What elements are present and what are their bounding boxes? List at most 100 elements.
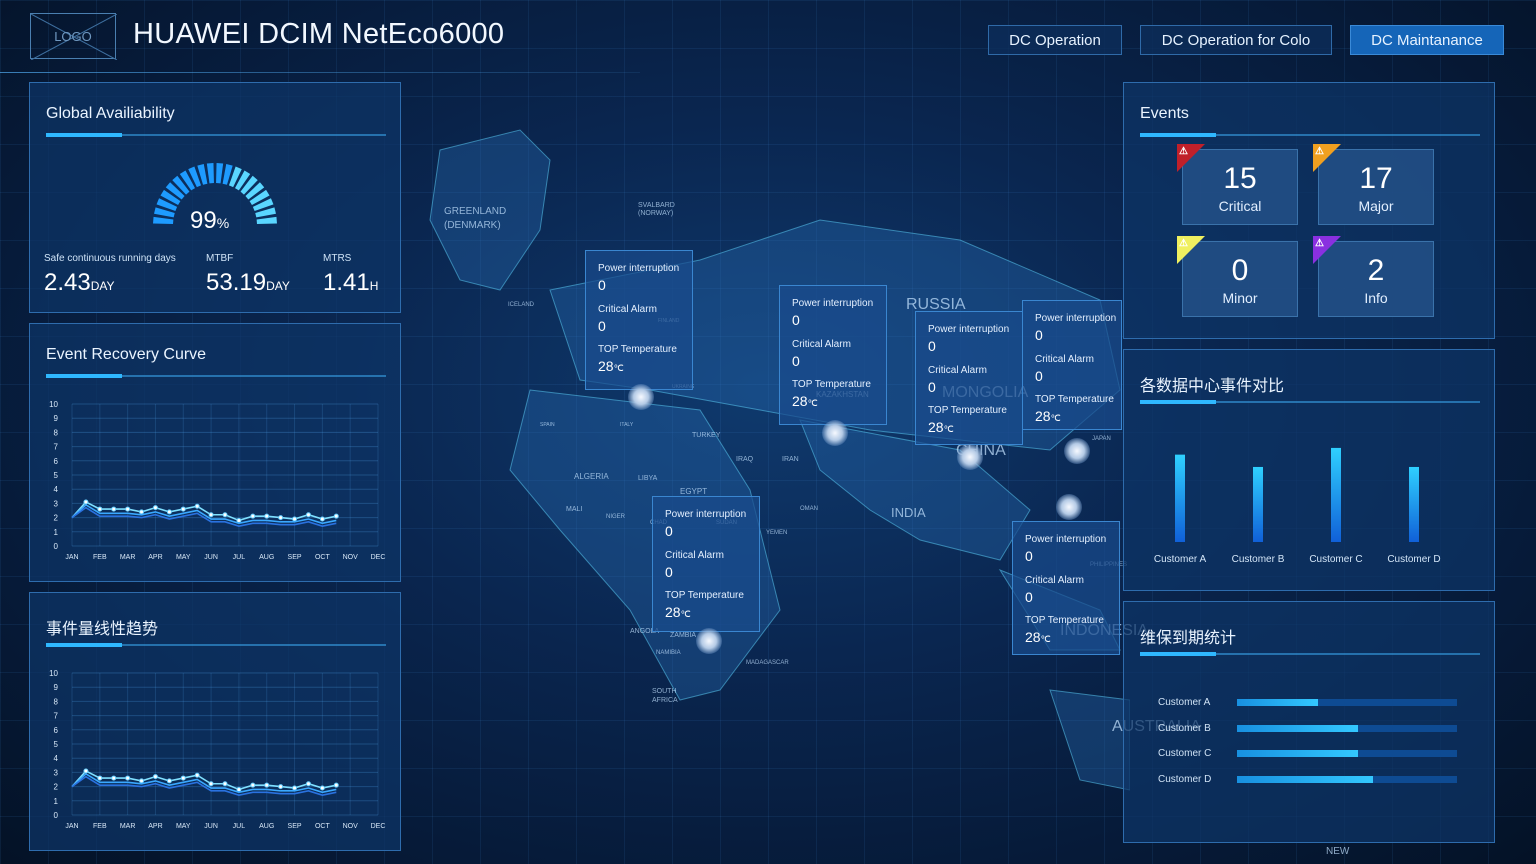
nav-dc-maintenance[interactable]: DC Maintanance [1350, 25, 1504, 55]
data-point[interactable] [264, 782, 270, 788]
metric-value: 53.19 [206, 269, 267, 296]
data-point[interactable] [278, 515, 284, 521]
series-line [71, 503, 337, 525]
data-point[interactable] [305, 781, 311, 787]
y-tick-label: 4 [54, 485, 59, 494]
maintenance-bar-track[interactable] [1237, 750, 1457, 757]
data-point[interactable] [97, 775, 103, 781]
data-point[interactable] [264, 513, 270, 519]
x-tick-label: AUG [259, 823, 274, 830]
site-info-popup[interactable]: Power interruption 0 Critical Alarm 0 TOP Te… [915, 311, 1023, 445]
event-tile-minor[interactable]: ⚠ 0 Minor [1177, 236, 1298, 317]
data-point[interactable] [111, 506, 117, 512]
dc-compare-bar-chart[interactable]: Customer A Customer B Customer C Customer D [1134, 422, 1484, 572]
map-country-label: MALI [566, 506, 583, 513]
maintenance-bar-track[interactable] [1237, 775, 1457, 783]
popup-label: Power interruption [1025, 534, 1107, 545]
location-pin-icon[interactable] [1064, 438, 1090, 464]
site-info-popup[interactable]: Power interruption 0 Critical Alarm 0 TOP Te… [1022, 300, 1122, 430]
data-point[interactable] [319, 785, 325, 791]
data-point[interactable] [166, 509, 172, 515]
bar[interactable] [1409, 466, 1419, 542]
data-point[interactable] [83, 499, 89, 505]
bar[interactable] [1331, 447, 1341, 542]
location-pin-icon[interactable] [696, 628, 722, 654]
data-point[interactable] [222, 512, 228, 518]
data-point[interactable] [83, 768, 89, 774]
data-point[interactable] [333, 782, 339, 788]
map-country-label: JAPAN [1092, 436, 1111, 442]
x-tick-label: DEC [371, 554, 386, 561]
popup-label: Critical Alarm [792, 339, 851, 350]
data-point[interactable] [236, 517, 242, 523]
x-tick-label: DEC [371, 823, 386, 830]
y-tick-label: 10 [49, 669, 58, 678]
data-point[interactable] [222, 781, 228, 787]
data-point[interactable] [180, 775, 186, 781]
data-point[interactable] [152, 505, 158, 511]
trend-line-chart[interactable]: 0 1 2 3 4 5 6 7 8 9 10 JAN FEB MAR APR MAY JUN JUL AUG SEP O… [38, 665, 388, 835]
popup-label: Critical Alarm [928, 365, 987, 376]
data-point[interactable] [208, 781, 214, 787]
data-point[interactable] [250, 513, 256, 519]
app-title: HUAWEI DCIM NetEco6000 [133, 18, 505, 50]
popup-label: TOP Temperature [1035, 394, 1114, 405]
data-point[interactable] [111, 775, 117, 781]
data-point[interactable] [180, 506, 186, 512]
logo-text: LOGO [54, 29, 92, 44]
recovery-line-chart[interactable]: 0 1 2 3 4 5 6 7 8 9 10 JAN FEB MAR APR MAY JUN JUL AUG SEP O… [38, 396, 388, 566]
location-pin-icon[interactable] [957, 444, 983, 470]
popup-label: Power interruption [598, 263, 680, 274]
data-point[interactable] [208, 512, 214, 518]
data-point[interactable] [292, 785, 298, 791]
data-point[interactable] [125, 775, 131, 781]
event-tile-info[interactable]: ⚠ 2 Info [1313, 236, 1434, 317]
data-point[interactable] [97, 506, 103, 512]
data-point[interactable] [236, 786, 242, 792]
popup-value: 0 [598, 277, 606, 293]
data-point[interactable] [139, 778, 145, 784]
y-tick-label: 10 [49, 400, 58, 409]
panel-title: Events [1140, 105, 1189, 122]
popup-value: 0 [928, 379, 936, 395]
site-info-popup[interactable]: Power interruption 0 Critical Alarm 0 TOP Te… [1012, 521, 1120, 655]
data-point[interactable] [305, 512, 311, 518]
data-point[interactable] [152, 774, 158, 780]
data-point[interactable] [319, 516, 325, 522]
nav-dc-operation-colo[interactable]: DC Operation for Colo [1140, 25, 1332, 55]
metric-unit: H [369, 279, 379, 293]
site-info-popup[interactable]: Power interruption 0 Critical Alarm 0 TOP Te… [585, 250, 693, 390]
temperature-value: 28 [1025, 629, 1041, 645]
location-pin-icon[interactable] [1056, 494, 1082, 520]
bar[interactable] [1175, 454, 1185, 542]
event-tile-major[interactable]: ⚠ 17 Major [1313, 144, 1434, 225]
temperature-unit: ℃ [1040, 634, 1051, 644]
data-point[interactable] [292, 516, 298, 522]
popup-label: TOP Temperature [928, 405, 1007, 416]
data-point[interactable] [166, 778, 172, 784]
bar[interactable] [1253, 466, 1263, 542]
site-info-popup[interactable]: Power interruption 0 Critical Alarm 0 TOP Te… [779, 285, 887, 425]
y-tick-label: 1 [54, 797, 59, 806]
popup-temperature: 28℃ [665, 604, 691, 620]
nav-dc-operation[interactable]: DC Operation [988, 25, 1122, 55]
event-tile-critical[interactable]: ⚠ 15 Critical [1177, 144, 1298, 225]
data-point[interactable] [278, 784, 284, 790]
site-info-popup[interactable]: Power interruption 0 Critical Alarm 0 TOP Te… [652, 496, 760, 632]
data-point[interactable] [125, 506, 131, 512]
maintenance-bar-track[interactable] [1237, 724, 1457, 732]
world-map[interactable]: GREENLAND (DENMARK) SVALBARD (NORWAY) RUSSIA… [400, 90, 1349, 860]
event-label: Major [1358, 198, 1394, 214]
location-pin-icon[interactable] [628, 384, 654, 410]
data-point[interactable] [194, 772, 200, 778]
maintenance-bar-track[interactable] [1237, 699, 1457, 706]
maintenance-bar-fill [1237, 775, 1374, 783]
data-point[interactable] [333, 513, 339, 519]
data-point[interactable] [139, 509, 145, 515]
y-tick-label: 2 [54, 783, 59, 792]
location-pin-icon[interactable] [822, 420, 848, 446]
panel-divider [46, 133, 386, 137]
event-count: 0 [1231, 254, 1249, 287]
data-point[interactable] [250, 782, 256, 788]
data-point[interactable] [194, 503, 200, 509]
